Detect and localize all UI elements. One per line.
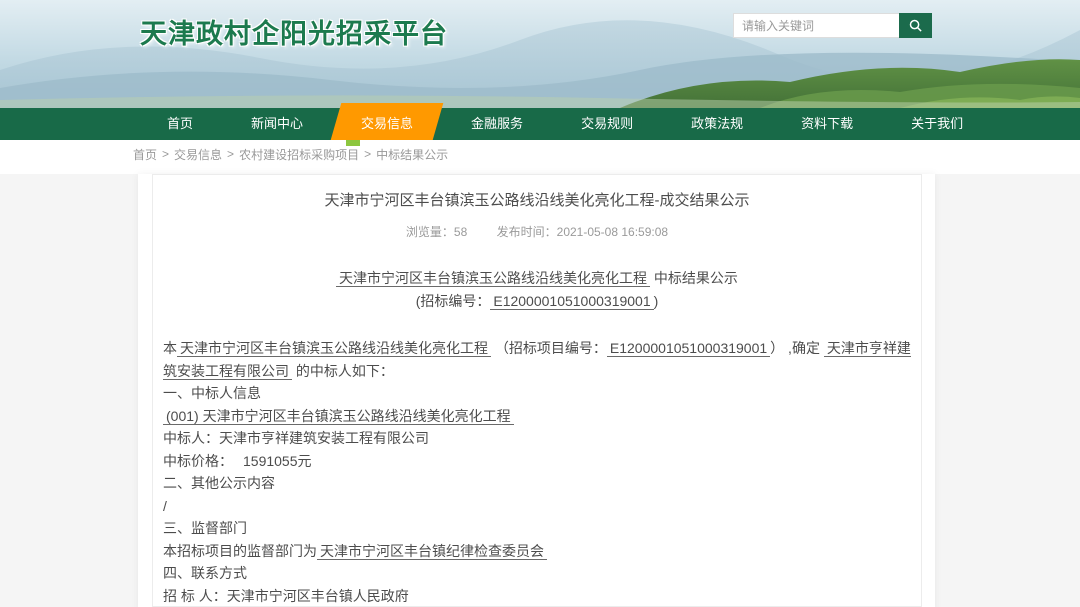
article-body: 本天津市宁河区丰台镇滨玉公路线沿线美化亮化工程 （招标项目编号：E1200001… bbox=[163, 337, 911, 607]
breadcrumb-trading-info[interactable]: 交易信息 bbox=[174, 146, 222, 163]
views-label: 浏览量： bbox=[406, 225, 454, 239]
nav-item-finance[interactable]: 金融服务 bbox=[442, 108, 552, 140]
article-inner-box: 天津市宁河区丰台镇滨玉公路线沿线美化亮化工程-成交结果公示 浏览量：58 发布时… bbox=[152, 174, 922, 607]
intro-paragraph: 本天津市宁河区丰台镇滨玉公路线沿线美化亮化工程 （招标项目编号：E1200001… bbox=[163, 337, 911, 382]
breadcrumb-separator: > bbox=[227, 147, 234, 161]
breadcrumb: 首页 > 交易信息 > 农村建设招标采购项目 > 中标结果公示 bbox=[0, 140, 1080, 168]
nav-item-label: 首页 bbox=[167, 116, 193, 131]
intro-project-code: E1200001051000319001 bbox=[607, 340, 770, 357]
published-datetime: 2021-05-08 16:59:08 bbox=[557, 225, 668, 239]
nav-item-trading-info[interactable]: 交易信息 bbox=[332, 108, 442, 140]
section2-content: / bbox=[163, 495, 911, 518]
search-button[interactable] bbox=[899, 13, 932, 38]
article-meta: 浏览量：58 发布时间：2021-05-08 16:59:08 bbox=[163, 223, 911, 240]
nav-item-label: 资料下载 bbox=[801, 116, 853, 131]
search-input[interactable] bbox=[733, 13, 899, 38]
supervisor-text: 本招标项目的监督部门为 bbox=[163, 543, 317, 559]
notice-heading-suffix: 中标结果公示 bbox=[650, 270, 738, 286]
section4-title: 四、联系方式 bbox=[163, 562, 911, 585]
nav-item-home[interactable]: 首页 bbox=[138, 108, 222, 140]
intro-text: （招标项目编号： bbox=[495, 340, 607, 356]
nav-item-label: 新闻中心 bbox=[251, 116, 303, 131]
search-icon bbox=[908, 18, 923, 33]
breadcrumb-separator: > bbox=[162, 147, 169, 161]
active-tab-notch bbox=[346, 140, 360, 146]
page-header: 天津政村企阳光招采平台 bbox=[0, 0, 1080, 108]
article-card: 天津市宁河区丰台镇滨玉公路线沿线美化亮化工程-成交结果公示 浏览量：58 发布时… bbox=[138, 174, 935, 607]
site-title: 天津政村企阳光招采平台 bbox=[140, 12, 448, 51]
nav-item-downloads[interactable]: 资料下载 bbox=[772, 108, 882, 140]
intro-text: 本 bbox=[163, 340, 177, 356]
breadcrumb-separator: > bbox=[364, 147, 371, 161]
bidder-value: 天津市宁河区丰台镇人民政府 bbox=[227, 588, 409, 604]
tender-code: E1200001051000319001 bbox=[490, 293, 653, 310]
notice-project-name: 天津市宁河区丰台镇滨玉公路线沿线美化亮化工程 bbox=[336, 270, 650, 287]
section1-title: 一、中标人信息 bbox=[163, 382, 911, 405]
winner-value: 天津市亨祥建筑安装工程有限公司 bbox=[219, 430, 429, 446]
section1-lot-item: (001) 天津市宁河区丰台镇滨玉公路线沿线美化亮化工程 bbox=[163, 408, 514, 425]
section3-title: 三、监督部门 bbox=[163, 517, 911, 540]
breadcrumb-result-notice[interactable]: 中标结果公示 bbox=[376, 146, 448, 163]
tender-code-prefix: (招标编号： bbox=[416, 293, 491, 309]
nav-item-label: 交易规则 bbox=[581, 116, 633, 131]
nav-item-news[interactable]: 新闻中心 bbox=[222, 108, 332, 140]
main-nav: 首页 新闻中心 交易信息 金融服务 交易规则 政策法规 资料下载 关于我们 bbox=[0, 108, 1080, 140]
published-label: 发布时间： bbox=[497, 225, 557, 239]
intro-project-name: 天津市宁河区丰台镇滨玉公路线沿线美化亮化工程 bbox=[177, 340, 491, 357]
breadcrumb-home[interactable]: 首页 bbox=[133, 146, 157, 163]
nav-item-label: 关于我们 bbox=[911, 116, 963, 131]
search-bar bbox=[733, 13, 932, 38]
nav-item-label: 政策法规 bbox=[691, 116, 743, 131]
tender-code-suffix: ) bbox=[654, 293, 659, 309]
nav-item-label: 金融服务 bbox=[471, 116, 523, 131]
main-content-area: 天津市宁河区丰台镇滨玉公路线沿线美化亮化工程-成交结果公示 浏览量：58 发布时… bbox=[0, 174, 1080, 607]
supervisor-dept: 天津市宁河区丰台镇纪律检查委员会 bbox=[317, 543, 547, 560]
breadcrumb-rural-projects[interactable]: 农村建设招标采购项目 bbox=[239, 146, 359, 163]
views-count: 58 bbox=[454, 225, 467, 239]
intro-text: ） ,确定 bbox=[770, 340, 820, 356]
page-title: 天津市宁河区丰台镇滨玉公路线沿线美化亮化工程-成交结果公示 bbox=[163, 189, 911, 210]
price-value: 1591055元 bbox=[243, 453, 312, 469]
intro-text: 的中标人如下： bbox=[296, 363, 394, 379]
section2-title: 二、其他公示内容 bbox=[163, 472, 911, 495]
winner-label: 中标人： bbox=[163, 430, 219, 446]
nav-item-about[interactable]: 关于我们 bbox=[882, 108, 992, 140]
nav-item-policy[interactable]: 政策法规 bbox=[662, 108, 772, 140]
nav-item-label: 交易信息 bbox=[361, 116, 413, 131]
nav-item-rules[interactable]: 交易规则 bbox=[552, 108, 662, 140]
notice-heading: 天津市宁河区丰台镇滨玉公路线沿线美化亮化工程 中标结果公示 (招标编号：E120… bbox=[163, 267, 911, 313]
bidder-label: 招 标 人： bbox=[163, 588, 227, 604]
price-label: 中标价格： bbox=[163, 453, 233, 469]
